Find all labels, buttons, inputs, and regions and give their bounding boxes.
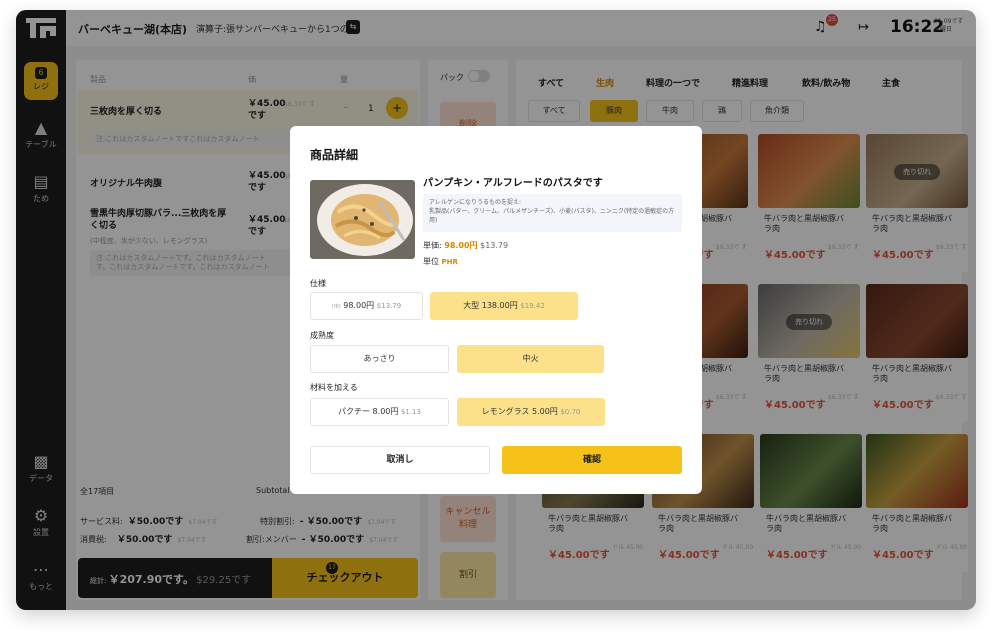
unit: 単位 PHR bbox=[423, 256, 458, 267]
option-label: レモングラス 5.00円 bbox=[481, 407, 558, 416]
spec-option-medium[interactable]: (中) 98.00円 $13.79 bbox=[310, 292, 423, 320]
size-tag: (中) bbox=[331, 304, 341, 310]
add-option-lemongrass[interactable]: レモングラス 5.00円 $0.70 bbox=[457, 398, 605, 426]
unit-label: 単位 bbox=[423, 257, 439, 266]
option-label: 98.00円 bbox=[343, 301, 375, 310]
product-photo bbox=[310, 180, 415, 259]
product-name: パンプキン・アルフレードのパスタです bbox=[423, 178, 603, 189]
unit-value: PHR bbox=[441, 258, 458, 266]
unit-price-usd: $13.79 bbox=[480, 241, 509, 250]
dialog-title: 商品詳細 bbox=[310, 148, 359, 162]
allergen-box: アレルゲンになりうるものを捉え: 乳製品(バター、クリーム、パルメザンチーズ)、… bbox=[423, 194, 682, 232]
add-option-coriander[interactable]: パクチー 8.00円 $1.13 bbox=[310, 398, 449, 426]
option-usd: $19.42 bbox=[520, 302, 545, 310]
doneness-label: 成熟度 bbox=[310, 331, 334, 340]
option-usd: $1.13 bbox=[400, 408, 421, 416]
option-usd: $0.70 bbox=[560, 408, 581, 416]
doneness-option-medium[interactable]: 中火 bbox=[457, 345, 604, 373]
product-detail-dialog: 商品詳細 パンプキン・アルフレードのパスタです アレルゲンになりうるものを捉え:… bbox=[290, 126, 702, 494]
unit-price-label: 単価: bbox=[423, 241, 442, 250]
option-label: 大型 138.00円 bbox=[463, 301, 518, 310]
allergen-title: アレルゲンになりうるものを捉え: bbox=[429, 199, 522, 206]
unit-price: 単価: 98.00円 $13.79 bbox=[423, 240, 508, 251]
option-label: パクチー 8.00円 bbox=[338, 407, 399, 416]
allergen-body: 乳製品(バター、クリーム、パルメザンチーズ)、小麦(パスタ)、ニンニク(特定の過… bbox=[429, 208, 675, 224]
pasta-photo bbox=[310, 180, 415, 259]
confirm-button[interactable]: 確認 bbox=[502, 446, 682, 474]
add-ingredients-label: 材料を加える bbox=[310, 383, 358, 392]
unit-price-value: 98.00円 bbox=[444, 241, 478, 250]
spec-label: 仕様 bbox=[310, 279, 326, 288]
spec-option-large[interactable]: 大型 138.00円 $19.42 bbox=[430, 292, 578, 320]
doneness-option-light[interactable]: あっさり bbox=[310, 345, 449, 373]
option-usd: $13.79 bbox=[376, 302, 402, 310]
cancel-button[interactable]: 取消し bbox=[310, 446, 490, 474]
